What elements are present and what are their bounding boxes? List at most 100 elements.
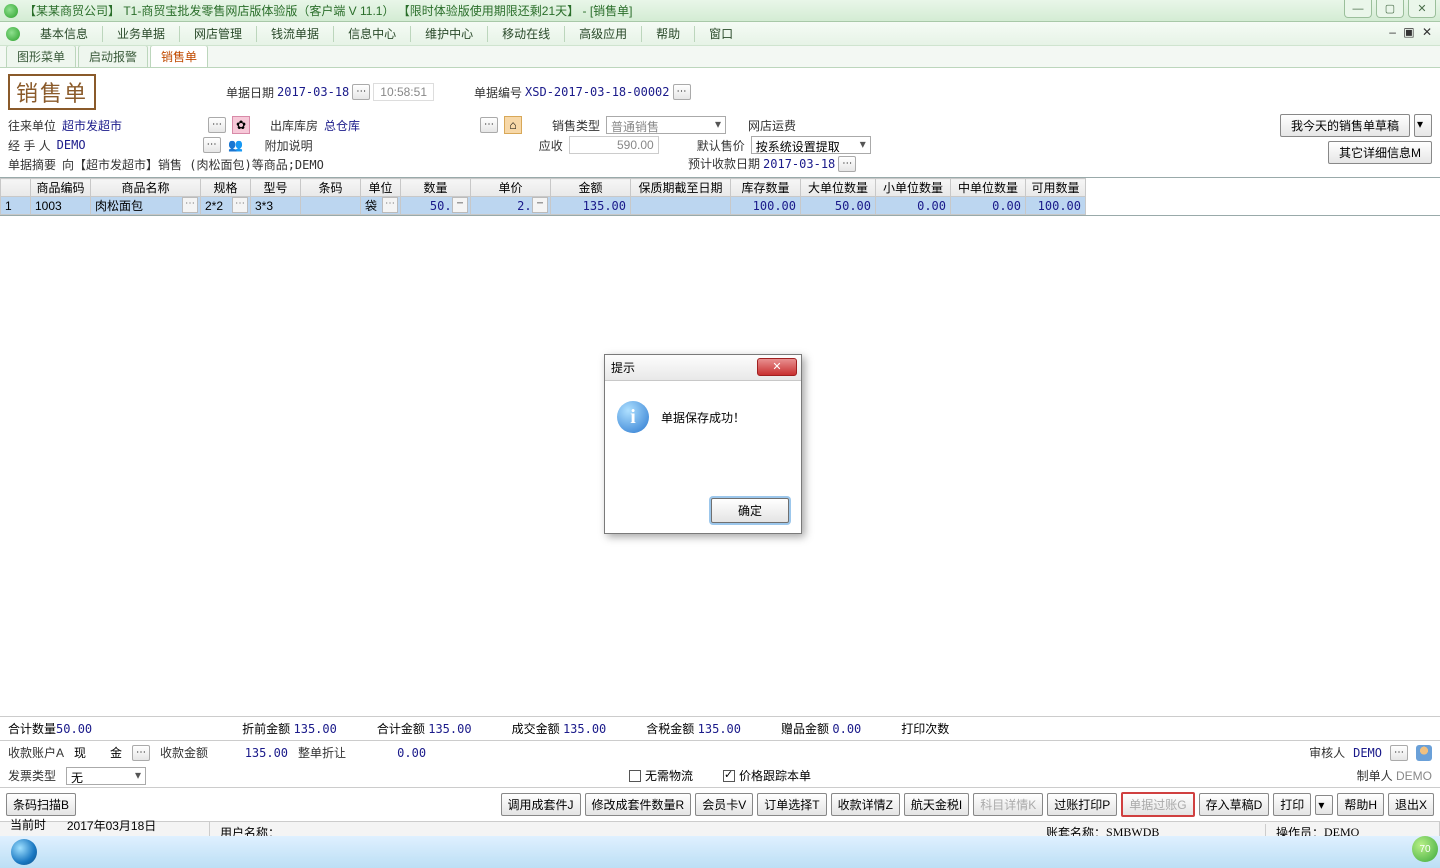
btn-print[interactable]: 打印 bbox=[1273, 793, 1311, 816]
menu-basic[interactable]: 基本信息 bbox=[28, 23, 100, 45]
col-avail[interactable]: 可用数量 bbox=[1026, 179, 1086, 197]
close-button[interactable]: ✕ bbox=[1408, 0, 1436, 18]
auditor-value[interactable]: DEMO bbox=[1353, 746, 1382, 760]
col-stock[interactable]: 库存数量 bbox=[731, 179, 801, 197]
auditor-lookup-button[interactable]: ⋯ bbox=[1390, 745, 1408, 761]
btn-receipt-detail[interactable]: 收款详情Z bbox=[831, 793, 900, 816]
saletype-dropdown[interactable]: 普通销售 bbox=[606, 116, 726, 134]
barcode-scan-button[interactable]: 条码扫描B bbox=[6, 793, 76, 816]
dialog-close-button[interactable]: ✕ bbox=[757, 358, 797, 376]
my-drafts-dropdown[interactable]: ▾ bbox=[1414, 114, 1432, 137]
col-barcode[interactable]: 条码 bbox=[301, 179, 361, 197]
agent-lookup-button[interactable]: ⋯ bbox=[203, 137, 221, 153]
tab-alert[interactable]: 启动报警 bbox=[78, 45, 148, 67]
btn-post[interactable]: 单据过账G bbox=[1121, 792, 1194, 817]
cell-avail[interactable]: 100.00 bbox=[1026, 197, 1086, 215]
cell-amount[interactable]: 135.00 bbox=[551, 197, 631, 215]
cell-small[interactable]: 0.00 bbox=[876, 197, 951, 215]
col-price[interactable]: 单价 bbox=[471, 179, 551, 197]
col-name[interactable]: 商品名称 bbox=[91, 179, 201, 197]
col-code[interactable]: 商品编码 bbox=[31, 179, 91, 197]
col-mid[interactable]: 中单位数量 bbox=[951, 179, 1026, 197]
cell-mid[interactable]: 0.00 bbox=[951, 197, 1026, 215]
expdate-picker-button[interactable]: ⋯ bbox=[838, 156, 856, 172]
tab-sales-order[interactable]: 销售单 bbox=[150, 45, 208, 67]
defprice-dropdown[interactable]: 按系统设置提取 bbox=[751, 136, 871, 154]
menu-help[interactable]: 帮助 bbox=[644, 23, 692, 45]
no-logistics-checkbox[interactable]: 无需物流 bbox=[629, 767, 693, 784]
tab-graphic-menu[interactable]: 图形菜单 bbox=[6, 45, 76, 67]
btn-post-print[interactable]: 过账打印P bbox=[1047, 793, 1117, 816]
menu-mobile[interactable]: 移动在线 bbox=[490, 23, 562, 45]
other-detail-button[interactable]: 其它详细信息M bbox=[1328, 141, 1432, 164]
dialog-ok-button[interactable]: 确定 bbox=[711, 498, 789, 523]
btn-print-dropdown[interactable]: ▾ bbox=[1315, 795, 1333, 815]
cell-barcode[interactable] bbox=[301, 197, 361, 215]
grid-row[interactable]: 1 1003 肉松面包 2*2 3*3 袋 50.00 2.70 135.00 … bbox=[1, 197, 1086, 215]
user-icon[interactable] bbox=[1416, 745, 1432, 761]
unit-icon[interactable]: ✿ bbox=[232, 116, 250, 134]
menu-money[interactable]: 钱流单据 bbox=[259, 23, 331, 45]
col-spec[interactable]: 规格 bbox=[201, 179, 251, 197]
menu-advanced[interactable]: 高级应用 bbox=[567, 23, 639, 45]
col-rownum[interactable] bbox=[1, 179, 31, 197]
menu-maint[interactable]: 维护中心 bbox=[413, 23, 485, 45]
discount-value[interactable]: 0.00 bbox=[356, 746, 426, 760]
taskbar[interactable]: 70 bbox=[0, 836, 1440, 868]
invoice-type-dropdown[interactable]: 无 bbox=[66, 767, 146, 785]
btn-edit-kit-qty[interactable]: 修改成套件数量R bbox=[585, 793, 692, 816]
cell-exp[interactable] bbox=[631, 197, 731, 215]
notify-badge[interactable]: 70 bbox=[1412, 836, 1438, 862]
start-button[interactable] bbox=[0, 836, 48, 868]
col-exp[interactable]: 保质期截至日期 bbox=[631, 179, 731, 197]
cell-unit[interactable]: 袋 bbox=[361, 197, 401, 215]
docno-value[interactable]: XSD-2017-03-18-00002 bbox=[525, 85, 670, 99]
warehouse-icon[interactable]: ⌂ bbox=[504, 116, 522, 134]
cell-rownum[interactable]: 1 bbox=[1, 197, 31, 215]
btn-subject-detail[interactable]: 科目详情K bbox=[973, 793, 1043, 816]
warehouse-lookup-button[interactable]: ⋯ bbox=[480, 117, 498, 133]
agent-value[interactable]: DEMO bbox=[57, 138, 197, 152]
date-value[interactable]: 2017-03-18 bbox=[277, 85, 349, 99]
menu-window[interactable]: 窗口 bbox=[697, 23, 745, 45]
cell-model[interactable]: 3*3 bbox=[251, 197, 301, 215]
btn-help[interactable]: 帮助H bbox=[1337, 793, 1384, 816]
col-unit[interactable]: 单位 bbox=[361, 179, 401, 197]
cell-code[interactable]: 1003 bbox=[31, 197, 91, 215]
summary-value[interactable]: 向【超市发超市】销售 (肉松面包)等商品;DEMO bbox=[62, 156, 324, 173]
btn-save-draft[interactable]: 存入草稿D bbox=[1199, 793, 1270, 816]
unit-lookup-button[interactable]: ⋯ bbox=[208, 117, 226, 133]
col-small[interactable]: 小单位数量 bbox=[876, 179, 951, 197]
minimize-button[interactable]: — bbox=[1344, 0, 1372, 18]
docno-lookup-button[interactable]: ⋯ bbox=[673, 84, 691, 100]
col-amount[interactable]: 金额 bbox=[551, 179, 631, 197]
menu-shop[interactable]: 网店管理 bbox=[182, 23, 254, 45]
btn-exit[interactable]: 退出X bbox=[1388, 793, 1434, 816]
btn-tax[interactable]: 航天金税I bbox=[904, 793, 969, 816]
unit-value[interactable]: 超市发超市 bbox=[62, 117, 202, 134]
cell-qty[interactable]: 50.00 bbox=[401, 197, 471, 215]
cell-big[interactable]: 50.00 bbox=[801, 197, 876, 215]
btn-member-card[interactable]: 会员卡V bbox=[695, 793, 753, 816]
items-grid[interactable]: 商品编码 商品名称 规格 型号 条码 单位 数量 单价 金额 保质期截至日期 库… bbox=[0, 177, 1440, 216]
payamount-value[interactable]: 135.00 bbox=[218, 746, 288, 760]
account-value[interactable]: 现 金 bbox=[74, 744, 122, 761]
menu-info[interactable]: 信息中心 bbox=[336, 23, 408, 45]
expdate-value[interactable]: 2017-03-18 bbox=[763, 157, 835, 171]
col-model[interactable]: 型号 bbox=[251, 179, 301, 197]
price-track-checkbox[interactable]: 价格跟踪本单 bbox=[723, 767, 811, 784]
date-picker-button[interactable]: ⋯ bbox=[352, 84, 370, 100]
cell-spec[interactable]: 2*2 bbox=[201, 197, 251, 215]
account-lookup-button[interactable]: ⋯ bbox=[132, 745, 150, 761]
btn-call-kit[interactable]: 调用成套件J bbox=[501, 793, 581, 816]
col-big[interactable]: 大单位数量 bbox=[801, 179, 876, 197]
agent-icon[interactable]: 👥 bbox=[227, 136, 245, 154]
cell-stock[interactable]: 100.00 bbox=[731, 197, 801, 215]
col-qty[interactable]: 数量 bbox=[401, 179, 471, 197]
warehouse-value[interactable]: 总仓库 bbox=[324, 117, 474, 134]
my-drafts-button[interactable]: 我今天的销售单草稿 bbox=[1280, 114, 1410, 137]
cell-price[interactable]: 2.70 bbox=[471, 197, 551, 215]
menu-biz[interactable]: 业务单据 bbox=[105, 23, 177, 45]
cell-name[interactable]: 肉松面包 bbox=[91, 197, 201, 215]
btn-order-select[interactable]: 订单选择T bbox=[757, 793, 826, 816]
